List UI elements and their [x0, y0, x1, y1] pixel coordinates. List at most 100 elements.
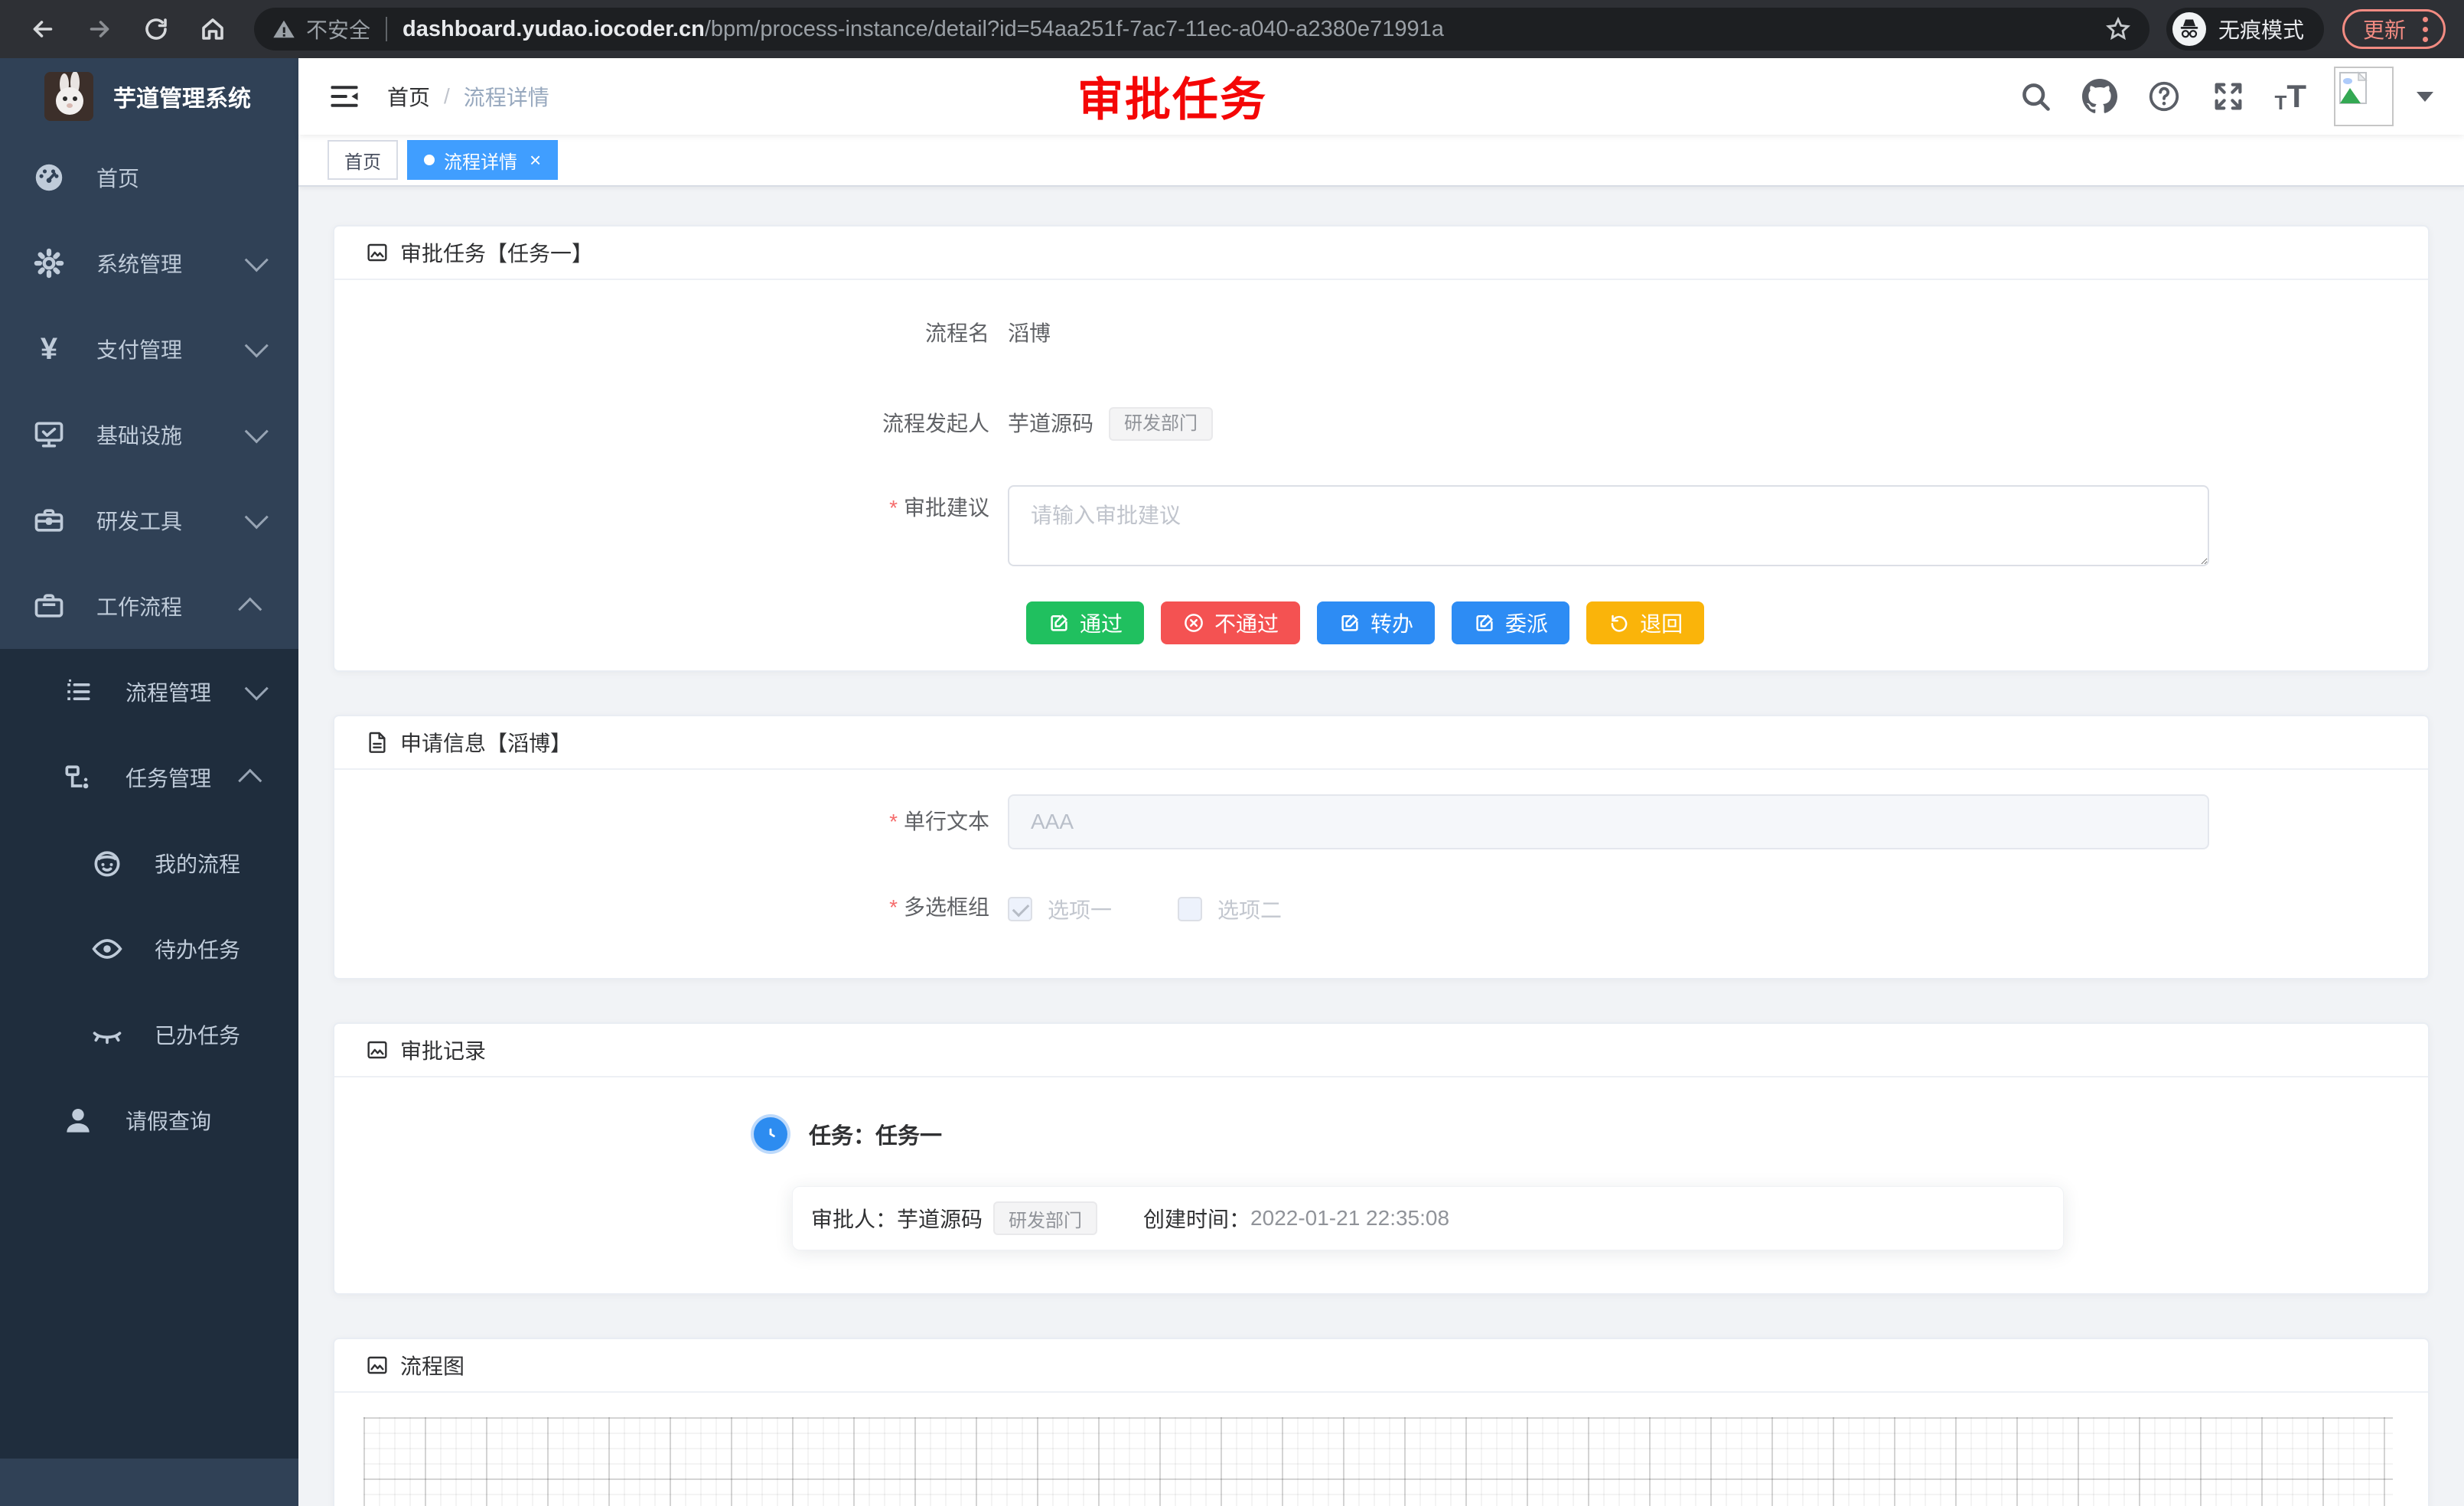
browser-menu-icon[interactable]: [2420, 14, 2431, 45]
main-area: 首页 / 流程详情 审批任务 TT: [298, 58, 2464, 1506]
task-name: 任务：任务一: [809, 1118, 942, 1150]
sidebar-item-system[interactable]: 系统管理: [0, 220, 298, 306]
button-label: 通过: [1080, 608, 1123, 638]
approve-button[interactable]: 通过: [1026, 601, 1144, 644]
chevron-up-icon: [238, 769, 262, 793]
search-icon[interactable]: [2017, 78, 2054, 115]
field-label: 流程名: [334, 317, 1008, 350]
circle-close-icon: [1182, 611, 1205, 634]
transfer-button[interactable]: 转办: [1317, 601, 1435, 644]
tab-close-icon[interactable]: ×: [530, 150, 541, 170]
chevron-down-icon: [245, 248, 269, 272]
back-icon[interactable]: [18, 8, 67, 51]
sidebar-item-label: 流程管理: [125, 676, 211, 707]
yen-icon: ¥: [31, 331, 67, 367]
sidebar-item-home[interactable]: 首页: [0, 135, 298, 220]
top-navbar: 首页 / 流程详情 审批任务 TT: [298, 58, 2464, 135]
sidebar-item-label: 任务管理: [125, 762, 211, 793]
tab-home[interactable]: 首页: [328, 140, 398, 180]
briefcase-icon: [31, 588, 67, 624]
reload-icon[interactable]: [132, 8, 181, 51]
sidebar: 芋道管理系统 首页 系统管理 ¥ 支付管理 基础设施: [0, 58, 298, 1506]
single-text-input: [1008, 794, 2209, 849]
sidebar-item-label: 我的流程: [155, 848, 240, 878]
button-label: 委派: [1505, 608, 1548, 638]
list-icon: [60, 673, 96, 710]
sidebar-collapse-icon[interactable]: [318, 75, 370, 118]
checkbox-label: 选项二: [1217, 894, 1282, 924]
reject-button[interactable]: 不通过: [1161, 601, 1300, 644]
url-bar[interactable]: 不安全 dashboard.yudao.iocoder.cn/bpm/proce…: [254, 8, 2149, 51]
process-name-value: 滔博: [1008, 317, 1051, 350]
font-size-icon[interactable]: TT: [2274, 80, 2306, 112]
bookmark-star-icon[interactable]: [2105, 16, 2131, 42]
suggestion-textarea[interactable]: [1008, 485, 2209, 566]
sidebar-item-leave-query[interactable]: 请假查询: [0, 1077, 298, 1163]
sidebar-logo[interactable]: 芋道管理系统: [0, 58, 298, 135]
return-button[interactable]: 退回: [1586, 601, 1704, 644]
field-label: 流程发起人: [334, 407, 1008, 441]
not-secure-warning-icon: [272, 18, 295, 41]
avatar[interactable]: [2334, 67, 2394, 126]
forward-icon[interactable]: [75, 8, 124, 51]
home-icon[interactable]: [188, 8, 237, 51]
sidebar-item-workflow[interactable]: 工作流程: [0, 563, 298, 649]
app-title: 芋道管理系统: [113, 80, 251, 113]
checkbox-group: 选项一 选项二: [1008, 891, 1282, 924]
approval-record-card: 审批记录 任务：任务一 审批人： 芋道源码: [333, 1022, 2430, 1295]
github-icon[interactable]: [2081, 78, 2118, 115]
sidebar-item-my-process[interactable]: 我的流程: [0, 820, 298, 906]
sidebar-item-todo-tasks[interactable]: 待办任务: [0, 906, 298, 992]
sidebar-item-devtools[interactable]: 研发工具: [0, 478, 298, 563]
logo-avatar: [44, 72, 93, 121]
tree-icon: [60, 759, 96, 796]
delegate-button[interactable]: 委派: [1452, 601, 1569, 644]
sidebar-item-label: 首页: [96, 162, 139, 193]
initiator-row: 流程发起人 芋道源码 研发部门: [334, 407, 2428, 441]
button-label: 转办: [1371, 608, 1413, 638]
card-header: 流程图: [334, 1339, 2428, 1393]
sidebar-item-label: 系统管理: [96, 248, 182, 279]
user-menu-caret-icon[interactable]: [2417, 92, 2433, 102]
page-content: 审批任务【任务一】 流程名 滔博 流程发起人 芋道源码 研发部门: [298, 187, 2464, 1506]
sidebar-item-done-tasks[interactable]: 已办任务: [0, 992, 298, 1077]
field-label: 单行文本: [334, 794, 1008, 849]
sidebar-item-process-mgmt[interactable]: 流程管理: [0, 649, 298, 735]
sidebar-item-payment[interactable]: ¥ 支付管理: [0, 306, 298, 392]
fullscreen-icon[interactable]: [2210, 78, 2247, 115]
security-label: 不安全: [306, 14, 370, 44]
picture-outline-icon: [365, 1037, 391, 1063]
button-label: 退回: [1640, 608, 1683, 638]
sidebar-item-label: 支付管理: [96, 334, 182, 364]
chevron-up-icon: [238, 598, 262, 621]
help-icon[interactable]: [2146, 78, 2182, 115]
tab-process-detail[interactable]: 流程详情 ×: [407, 140, 558, 180]
bpmn-canvas[interactable]: [363, 1417, 2393, 1506]
single-text-row: 单行文本: [334, 794, 2428, 849]
update-label: 更新: [2363, 14, 2406, 44]
breadcrumb-current: 流程详情: [464, 81, 549, 112]
approval-record-item: 审批人： 芋道源码 研发部门 创建时间： 2022-01-21 22:35:08: [792, 1186, 2064, 1250]
chevron-down-icon: [245, 676, 269, 700]
user-icon: [60, 1102, 96, 1139]
sidebar-item-task-mgmt[interactable]: 任务管理: [0, 735, 298, 820]
action-buttons: 通过 不通过 转办 委派: [334, 601, 2428, 644]
card-title: 审批记录: [400, 1035, 486, 1065]
browser-update-button[interactable]: 更新: [2342, 9, 2446, 49]
checkbox-group-row: 多选框组 选项一 选项二: [334, 891, 2428, 924]
field-label: 多选框组: [334, 891, 1008, 924]
sidebar-item-infra[interactable]: 基础设施: [0, 392, 298, 478]
edit-icon: [1473, 611, 1496, 634]
incognito-label: 无痕模式: [2218, 14, 2304, 44]
sidebar-item-label: 基础设施: [96, 419, 182, 450]
dept-tag: 研发部门: [1109, 407, 1213, 441]
process-diagram-card: 流程图: [333, 1338, 2430, 1506]
dashboard-icon: [31, 159, 67, 196]
card-title: 流程图: [400, 1350, 464, 1380]
url-host: dashboard.yudao.iocoder.cn: [403, 17, 705, 41]
breadcrumb-home[interactable]: 首页: [387, 81, 430, 112]
picture-outline-icon: [365, 240, 391, 266]
sidebar-item-label: 已办任务: [155, 1019, 240, 1050]
workflow-submenu: 流程管理 任务管理 我的流程 待办任务: [0, 649, 298, 1459]
sidebar-item-label: 请假查询: [125, 1105, 211, 1136]
